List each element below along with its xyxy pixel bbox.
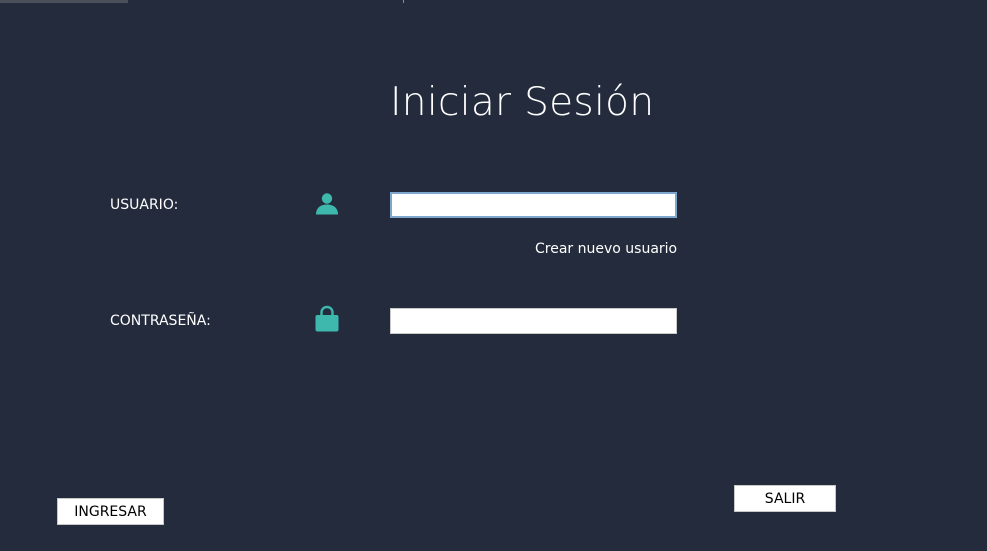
password-input[interactable] [390, 308, 677, 334]
password-label: CONTRASEÑA: [110, 313, 211, 329]
window-top-tick [403, 0, 404, 3]
user-input[interactable] [390, 192, 677, 218]
user-label: USUARIO: [110, 197, 179, 213]
ingresar-button[interactable]: INGRESAR [57, 498, 164, 525]
salir-button[interactable]: SALIR [734, 485, 836, 512]
user-icon [314, 191, 340, 217]
create-user-link[interactable]: Crear nuevo usuario [535, 241, 677, 257]
window-top-strip [0, 0, 128, 3]
lock-icon [314, 305, 340, 332]
page-title: Iniciar Sesión [390, 80, 655, 125]
